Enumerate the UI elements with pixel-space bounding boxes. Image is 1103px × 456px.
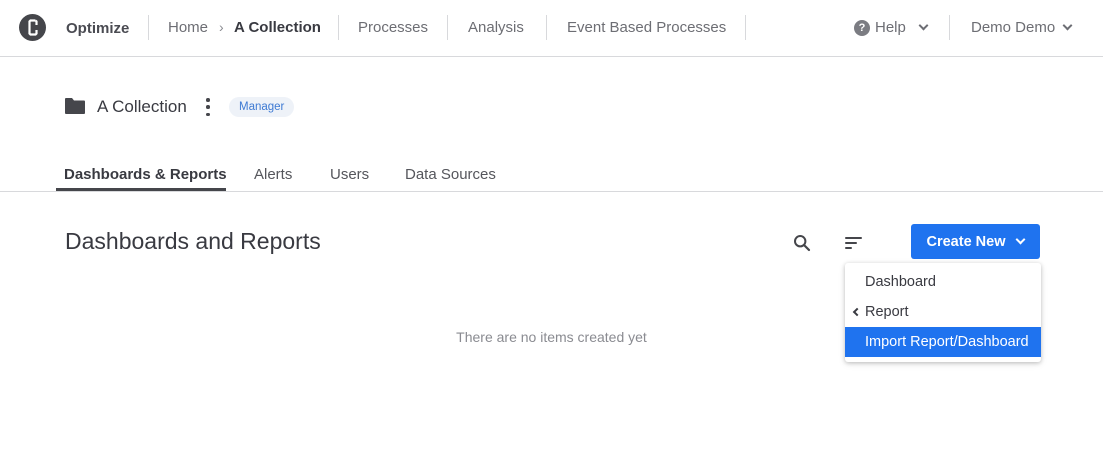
divider: [447, 15, 448, 40]
divider: [338, 15, 339, 40]
tab-alerts[interactable]: Alerts: [254, 166, 292, 183]
chevron-down-icon: [1062, 20, 1073, 31]
create-new-button[interactable]: Create New: [911, 224, 1040, 259]
collection-name: A Collection: [97, 97, 187, 116]
role-badge: Manager: [229, 97, 295, 117]
folder-icon: [64, 97, 86, 120]
sort-icon[interactable]: [842, 231, 866, 255]
breadcrumb-current[interactable]: A Collection: [234, 19, 321, 36]
dropdown-item-report[interactable]: Report: [845, 297, 1041, 327]
help-label: Help: [875, 19, 906, 36]
nav-event-based-processes[interactable]: Event Based Processes: [567, 19, 726, 36]
tab-data-sources[interactable]: Data Sources: [405, 166, 496, 183]
camunda-logo-icon[interactable]: [19, 14, 46, 41]
dropdown-item-label: Report: [865, 304, 909, 320]
chevron-down-icon: [1016, 234, 1026, 245]
create-new-dropdown: Dashboard Report Import Report/Dashboard: [845, 263, 1041, 362]
breadcrumb-home[interactable]: Home: [168, 19, 208, 36]
user-menu[interactable]: Demo Demo: [971, 19, 1073, 36]
breadcrumb-separator: ›: [219, 19, 224, 35]
page-title: Dashboards and Reports: [65, 228, 321, 254]
chevron-down-icon: [918, 20, 929, 31]
tab-users[interactable]: Users: [330, 166, 369, 183]
user-name: Demo Demo: [971, 19, 1056, 36]
tab-dashboards-reports[interactable]: Dashboards & Reports: [64, 166, 227, 183]
nav-processes[interactable]: Processes: [358, 19, 428, 36]
help-icon: ?: [854, 19, 870, 36]
empty-state-message: There are no items created yet: [456, 329, 647, 345]
divider: [546, 15, 547, 40]
divider: [949, 15, 950, 40]
top-navigation: Optimize Home › A Collection Processes A…: [0, 0, 1103, 57]
search-icon[interactable]: [790, 231, 814, 255]
dropdown-item-dashboard[interactable]: Dashboard: [845, 267, 1041, 297]
dropdown-item-label: Dashboard: [865, 274, 936, 290]
nav-analysis[interactable]: Analysis: [468, 19, 524, 36]
chevron-left-icon: [852, 307, 862, 317]
kebab-menu-icon[interactable]: [203, 98, 213, 116]
app-name[interactable]: Optimize: [66, 20, 129, 37]
divider: [745, 15, 746, 40]
help-menu[interactable]: ? Help: [854, 19, 929, 36]
divider: [148, 15, 149, 40]
create-new-label: Create New: [926, 233, 1006, 250]
tabs-divider: [0, 191, 1103, 192]
